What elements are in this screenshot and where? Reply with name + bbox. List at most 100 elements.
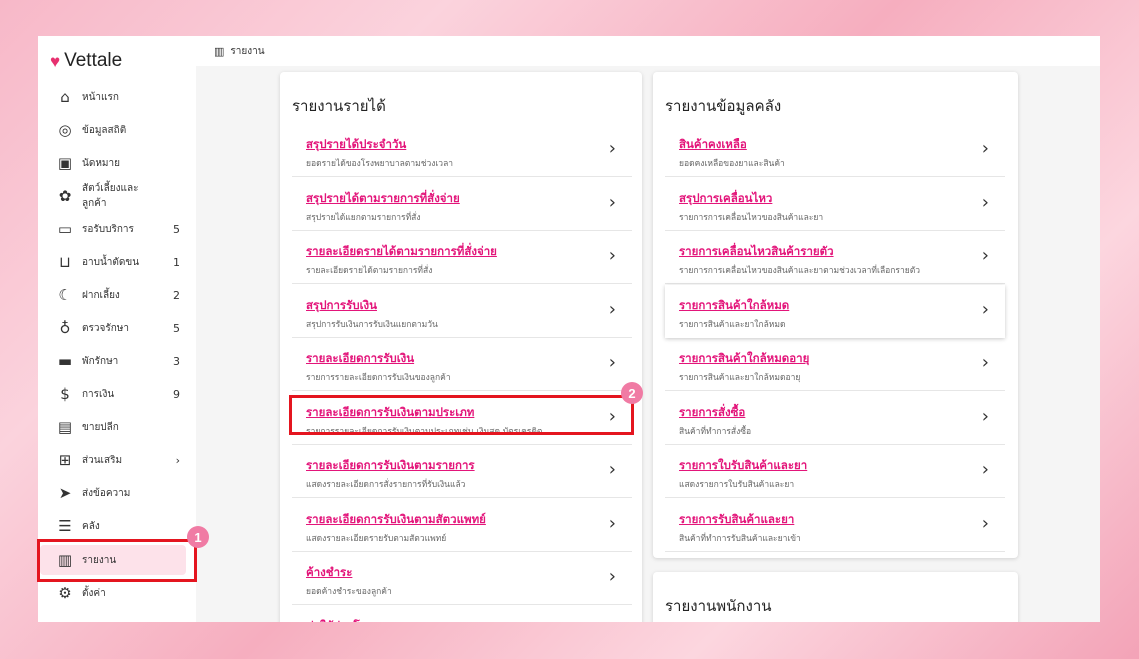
report-row-subtitle: ยอดคงเหลือของยาและสินค้า bbox=[679, 159, 785, 169]
sidebar-item[interactable]: ☰ คลัง bbox=[40, 511, 186, 541]
bed-icon: ▬ bbox=[57, 352, 73, 370]
top-bar: ▥ รายงาน bbox=[196, 36, 1100, 66]
chevron-right-icon[interactable]: › bbox=[982, 513, 989, 534]
chevron-right-icon[interactable]: › bbox=[982, 245, 989, 266]
chevron-right-icon[interactable]: › bbox=[982, 352, 989, 373]
sidebar-item[interactable]: ⊔ อาบน้ำตัดขน 1 bbox=[40, 247, 186, 277]
chevron-right-icon[interactable]: › bbox=[982, 299, 989, 320]
sidebar-item-count: › bbox=[175, 453, 180, 467]
report-row-title[interactable]: สินค้าคงเหลือ bbox=[679, 136, 747, 154]
report-row[interactable]: รายละเอียดการรับเงินตามรายการแสดงรายละเอ… bbox=[292, 445, 632, 498]
sidebar-item-label: ข้อมูลสถิติ bbox=[82, 124, 127, 136]
chevron-right-icon[interactable]: › bbox=[609, 513, 616, 534]
sidebar-item[interactable]: ➤ ส่งข้อความ bbox=[40, 478, 186, 508]
report-row-title[interactable]: รายการเคลื่อนไหวสินค้ารายตัว bbox=[679, 243, 834, 261]
report-row-title[interactable]: สรุปรายได้ตามรายการที่สั่งจ่าย bbox=[306, 190, 460, 208]
report-row-title[interactable]: รายการสั่งซื้อ bbox=[679, 404, 745, 422]
sidebar-item[interactable]: ▤ ขายปลีก bbox=[40, 412, 186, 442]
report-row[interactable]: รายละเอียดรายได้ตามรายการที่สั่งจ่ายรายล… bbox=[292, 231, 632, 284]
report-row-title[interactable]: รายการสินค้าใกล้หมด bbox=[679, 297, 789, 315]
sidebar-item[interactable]: $ การเงิน 9 bbox=[40, 379, 186, 409]
report-row-title[interactable]: รายละเอียดรายได้ตามรายการที่สั่งจ่าย bbox=[306, 243, 497, 261]
sidebar-item[interactable]: ☾ ฝากเลี้ยง 2 bbox=[40, 280, 186, 310]
report-row-title[interactable]: รายละเอียดการรับเงินตามสัตวแพทย์ bbox=[306, 511, 486, 529]
report-row[interactable]: สรุปรายได้ตามรายการที่สั่งจ่าย สรุปรายได้… bbox=[292, 178, 632, 231]
sidebar-item-label: สัตว์เลี้ยงและลูกค้า bbox=[82, 183, 139, 209]
sidebar-item-count: 3 bbox=[173, 354, 180, 368]
report-row[interactable]: สรุปการเคลื่อนไหวรายการการเคลื่อนไหวของส… bbox=[665, 178, 1005, 231]
sidebar-item[interactable]: ◎ ข้อมูลสถิติ bbox=[40, 115, 186, 145]
sidebar-item-count: 1 bbox=[173, 255, 180, 269]
sidebar-item[interactable]: ♁ ตรวจรักษา 5 bbox=[40, 313, 186, 343]
report-row[interactable]: รายการสินค้าใกล้หมด รายการสินค้าและยาใกล้… bbox=[665, 285, 1005, 338]
report-row-title[interactable]: สรุปการเคลื่อนไหว bbox=[679, 190, 772, 208]
report-row-subtitle: แสดงรายละเอียดการสั่งรายการที่รับเงินแล้… bbox=[306, 480, 466, 490]
sidebar-item[interactable]: ✿ สัตว์เลี้ยงและลูกค้า bbox=[40, 181, 186, 211]
report-row[interactable]: รายการสั่งซื้อสินค้าที่ทำการสั่งซื้อ › bbox=[665, 392, 1005, 445]
chevron-right-icon[interactable]: › bbox=[982, 138, 989, 159]
chevron-right-icon[interactable]: › bbox=[982, 192, 989, 213]
report-row-subtitle: แสดงรายการใบรับสินค้าและยา bbox=[679, 480, 795, 490]
report-row-subtitle: ยอดค้างชำระของลูกค้า bbox=[306, 587, 392, 597]
archive-icon: ☰ bbox=[58, 517, 72, 535]
report-row-subtitle: รายการการเคลื่อนไหวของสินค้าและยาตามช่วง… bbox=[679, 266, 921, 276]
sidebar-item[interactable]: ⊞ ส่วนเสริม › bbox=[40, 445, 186, 475]
report-row[interactable]: รายการสินค้าใกล้หมดอายุ รายการสินค้าและยา… bbox=[665, 338, 1005, 391]
report-row-title[interactable]: รายการใบรับสินค้าและยา bbox=[679, 457, 807, 475]
sidebar-item-label: นัดหมาย bbox=[82, 157, 120, 169]
chevron-right-icon[interactable]: › bbox=[609, 620, 616, 623]
sidebar-item-label: ตั้งค่า bbox=[82, 587, 106, 599]
report-row-title[interactable]: รายการรับสินค้าและยา bbox=[679, 511, 794, 529]
chevron-right-icon[interactable]: › bbox=[609, 566, 616, 587]
heart-logo-icon: ♥ bbox=[50, 51, 61, 71]
gear-icon: ⚙ bbox=[58, 584, 72, 602]
chevron-right-icon[interactable]: › bbox=[982, 459, 989, 480]
step-badge-2: 2 bbox=[621, 382, 643, 404]
chevron-right-icon[interactable]: › bbox=[609, 245, 616, 266]
stock-report-card: รายงานข้อมูลคลัง สินค้าคงเหลือ ยอดคงเหลือ… bbox=[653, 72, 1018, 558]
chevron-right-icon[interactable]: › bbox=[982, 406, 989, 427]
highlight-box-payment-by-type bbox=[289, 395, 634, 435]
report-row[interactable]: สรุปการรับเงินสรุปการรับเงินการรับเงินแย… bbox=[292, 285, 632, 338]
sidebar-item-label: ขายปลีก bbox=[82, 421, 119, 433]
app-logo[interactable]: ♥ Vettale bbox=[50, 50, 122, 72]
sidebar-item-count: 2 bbox=[173, 288, 180, 302]
sidebar-item[interactable]: ▣ นัดหมาย bbox=[40, 148, 186, 178]
sidebar-item-label: อาบน้ำตัดขน bbox=[82, 256, 140, 268]
sidebar-item[interactable]: ⌂ หน้าแรก bbox=[40, 82, 186, 112]
sidebar-item[interactable]: ▬ พักรักษา 3 bbox=[40, 346, 186, 376]
report-row[interactable]: รายละเอียดการรับเงินตามสัตวแพทย์ แสดงรายล… bbox=[292, 499, 632, 552]
report-row-title[interactable]: รายละเอียดการรับเงิน bbox=[306, 350, 414, 368]
report-row-title[interactable]: รายละเอียดการรับเงินตามรายการ bbox=[306, 457, 475, 475]
stethoscope-icon: ♁ bbox=[59, 319, 71, 337]
chevron-right-icon[interactable]: › bbox=[609, 352, 616, 373]
report-row[interactable]: ค้างชำระยอดค้างชำระของลูกค้า › bbox=[292, 552, 632, 605]
report-row[interactable]: รายการใบรับสินค้าและยาแสดงรายการใบรับสิน… bbox=[665, 445, 1005, 498]
sidebar-item-label: หน้าแรก bbox=[82, 91, 119, 103]
sidebar-item-label: ฝากเลี้ยง bbox=[82, 289, 120, 301]
report-row[interactable]: สินค้าคงเหลือยอดคงเหลือของยาและสินค้า › bbox=[665, 124, 1005, 177]
report-row[interactable]: รายการเคลื่อนไหวสินค้ารายตัวรายการการเคล… bbox=[665, 231, 1005, 284]
report-row[interactable]: ค่าใช้จ่ายโรงพยาบาล › bbox=[292, 606, 632, 623]
chevron-right-icon[interactable]: › bbox=[609, 299, 616, 320]
chevron-right-icon[interactable]: › bbox=[609, 138, 616, 159]
sidebar-item-label: การเงิน bbox=[82, 388, 115, 400]
report-row-subtitle: สรุปการรับเงินการรับเงินแยกตามวัน bbox=[306, 319, 438, 330]
sidebar-item[interactable]: ▭ รอรับบริการ 5 bbox=[40, 214, 186, 244]
report-row[interactable]: รายการรับสินค้าและยา สินค้าที่ทำการรับสิน… bbox=[665, 499, 1005, 552]
report-row[interactable]: รายละเอียดการรับเงิน รายการรายละเอียดการร… bbox=[292, 338, 632, 391]
report-row-title[interactable]: ค้างชำระ bbox=[306, 564, 352, 582]
step-badge-1: 1 bbox=[187, 526, 209, 548]
report-chart-icon: ▥ bbox=[214, 44, 225, 58]
report-row-subtitle: รายละเอียดรายได้ตามรายการที่สั่ง bbox=[306, 266, 433, 276]
report-row-title[interactable]: สรุปรายได้ประจำวัน bbox=[306, 136, 406, 154]
report-row-subtitle: รายการการเคลื่อนไหวของสินค้าและยา bbox=[679, 212, 824, 223]
chevron-right-icon[interactable]: › bbox=[609, 192, 616, 213]
report-row-title[interactable]: ค่าใช้จ่ายโรงพยาบาล bbox=[306, 618, 413, 623]
report-row[interactable]: สรุปรายได้ประจำวัน ยอดรายได้ของโรงพยาบาลต… bbox=[292, 124, 632, 177]
report-row-title[interactable]: สรุปการรับเงิน bbox=[306, 297, 377, 315]
report-row-subtitle: สินค้าที่ทำการสั่งซื้อ bbox=[679, 426, 752, 437]
chevron-right-icon[interactable]: › bbox=[609, 459, 616, 480]
sidebar-item[interactable]: ⚙ ตั้งค่า bbox=[40, 578, 186, 608]
report-row-title[interactable]: รายการสินค้าใกล้หมดอายุ bbox=[679, 350, 809, 368]
